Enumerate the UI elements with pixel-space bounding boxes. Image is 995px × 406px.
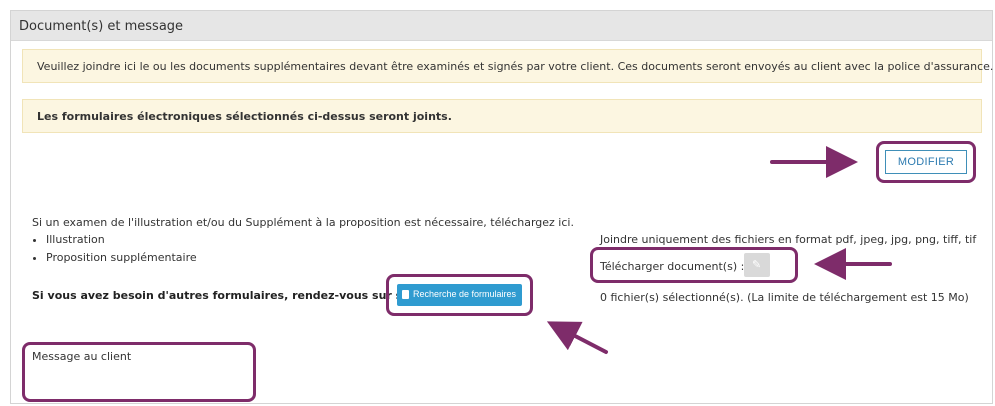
arrow-to-search (546, 321, 608, 354)
annotation-arrows (546, 146, 892, 354)
